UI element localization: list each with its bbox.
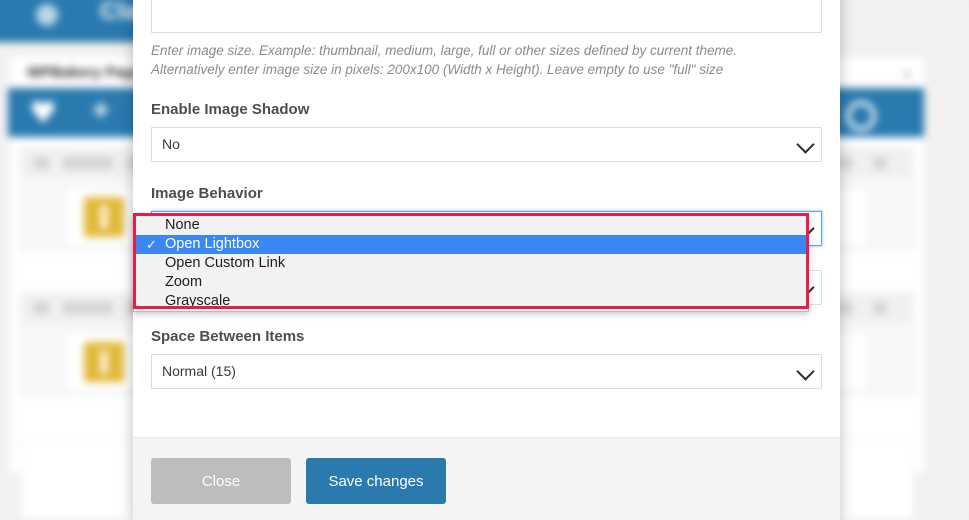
help-line-1: Enter image size. Example: thumbnail, me… <box>151 43 738 58</box>
space-between-items-select[interactable]: Normal (15) <box>151 354 822 389</box>
dropdown-option-label: Open Custom Link <box>165 255 286 271</box>
dropdown-option-none[interactable]: None <box>134 216 808 235</box>
image-gallery-icon <box>84 197 124 237</box>
check-icon: ✓ <box>146 237 157 252</box>
chevron-down-icon <box>796 135 815 154</box>
image-shadow-value: No <box>162 136 180 152</box>
image-size-input[interactable] <box>151 0 822 33</box>
settings-form: Image Size Enter image size. Example: th… <box>133 0 840 389</box>
dropdown-option-grayscale[interactable]: Grayscale <box>134 292 808 311</box>
dropdown-option-label: Grayscale <box>165 293 231 309</box>
help-line-2: Alternatively enter image size in pixels… <box>151 62 724 77</box>
chevron-down-icon <box>796 362 815 381</box>
space-between-items-value: Normal (15) <box>162 363 236 379</box>
row-drag-handle[interactable] <box>33 157 49 169</box>
dropdown-option-zoom[interactable]: Zoom <box>134 273 808 292</box>
dropdown-option-open-custom-link[interactable]: Open Custom Link <box>134 254 808 273</box>
dropdown-option-open-lightbox[interactable]: ✓ Open Lightbox <box>134 235 808 254</box>
field-space-between-items: Space Between Items Normal (15) <box>151 328 822 389</box>
plus-icon[interactable]: + <box>92 96 116 126</box>
image-behavior-dropdown-list[interactable]: None ✓ Open Lightbox Open Custom Link Zo… <box>133 215 809 312</box>
heart-icon[interactable] <box>32 100 54 123</box>
field-help-image-size: Enter image size. Example: thumbnail, me… <box>151 41 822 79</box>
image-gallery-icon <box>84 342 124 382</box>
wordpress-logo-icon <box>36 4 58 26</box>
close-icon[interactable]: × <box>903 66 911 82</box>
element-settings-modal: Image Size Enter image size. Example: th… <box>133 0 840 520</box>
image-shadow-select[interactable]: No <box>151 127 822 162</box>
field-label-image-behavior: Image Behavior <box>151 185 263 202</box>
dropdown-option-label: Open Lightbox <box>165 236 260 252</box>
field-label-image-shadow: Enable Image Shadow <box>151 101 310 118</box>
row-drag-handle[interactable] <box>33 302 49 314</box>
modal-footer: Close Save changes <box>133 437 840 520</box>
modal-body: Image Size Enter image size. Example: th… <box>133 0 840 434</box>
field-image-shadow: Enable Image Shadow No <box>151 101 822 162</box>
row-label <box>63 302 113 314</box>
gear-icon[interactable] <box>846 101 876 131</box>
field-image-size: Image Size Enter image size. Example: th… <box>151 0 822 79</box>
field-label-space-between-items: Space Between Items <box>151 328 305 345</box>
delete-icon[interactable] <box>873 157 887 169</box>
save-changes-button[interactable]: Save changes <box>306 458 446 504</box>
dropdown-option-label: Zoom <box>165 274 203 290</box>
delete-icon[interactable] <box>873 302 887 314</box>
row-label <box>63 157 113 169</box>
close-button[interactable]: Close <box>151 458 291 504</box>
dropdown-option-label: None <box>165 217 200 233</box>
